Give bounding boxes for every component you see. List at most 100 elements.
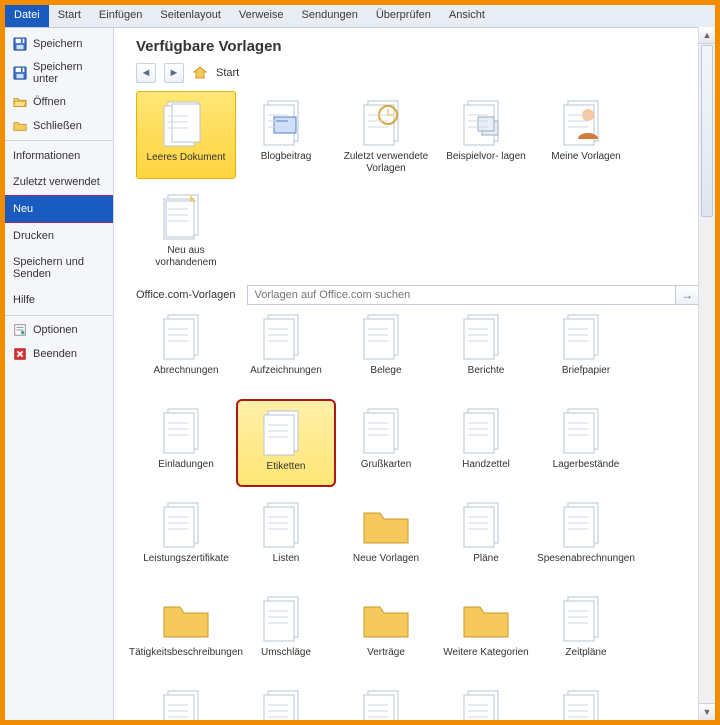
template-label: Neue Vorlagen	[353, 553, 419, 565]
sidebar-item-label: Speichern unter	[33, 61, 105, 85]
breadcrumb-start[interactable]: Start	[216, 67, 239, 79]
template-label: Listen	[273, 553, 300, 565]
template-thumb-icon	[258, 97, 314, 147]
online-template-14[interactable]: Spesenabrechnungen	[536, 493, 636, 587]
template-label: Zuletzt verwendete Vorlagen	[336, 151, 436, 175]
online-template-13[interactable]: Pläne	[436, 493, 536, 587]
online-template-4[interactable]: Briefpapier	[536, 305, 636, 399]
nav-forward-button[interactable]: ►	[164, 63, 184, 83]
template-thumb-icon	[558, 311, 614, 361]
online-template-2[interactable]: Belege	[336, 305, 436, 399]
page-title: Verfügbare Vorlagen	[136, 38, 699, 55]
scroll-down-button[interactable]: ▼	[699, 703, 715, 720]
local-template-1[interactable]: Blogbeitrag	[236, 91, 336, 185]
template-label: Aufzeichnungen	[250, 365, 322, 377]
sidebar-item-label: Schließen	[33, 120, 82, 132]
template-label: Grußkarten	[361, 459, 412, 471]
template-thumb-icon	[158, 311, 214, 361]
template-thumb-icon	[358, 499, 414, 549]
sidebar-item-10[interactable]: Hilfe	[5, 287, 113, 313]
template-label: Weitere Kategorien	[443, 647, 528, 659]
template-thumb-icon	[358, 97, 414, 147]
sidebar-item-13[interactable]: Beenden	[5, 342, 113, 366]
online-template-1[interactable]: Aufzeichnungen	[236, 305, 336, 399]
template-thumb-icon	[358, 593, 414, 643]
online-template-8[interactable]: Handzettel	[436, 399, 536, 493]
template-thumb-icon	[358, 687, 414, 721]
online-template-5[interactable]: Einladungen	[136, 399, 236, 493]
ribbon-tab-3[interactable]: Seitenlayout	[151, 5, 230, 27]
ribbon-tab-2[interactable]: Einfügen	[90, 5, 151, 27]
sidebar-item-12[interactable]: Optionen	[5, 318, 113, 342]
ribbon-tab-4[interactable]: Verweise	[230, 5, 293, 27]
sidebar-item-6[interactable]: Zuletzt verwendet	[5, 169, 113, 195]
template-thumb-icon	[558, 97, 614, 147]
online-template-22[interactable]: Budgets	[336, 681, 436, 721]
local-template-0[interactable]: Leeres Dokument	[136, 91, 236, 179]
local-template-5[interactable]: Neu aus vorhandenem	[136, 185, 236, 279]
sidebar-item-8[interactable]: Drucken	[5, 223, 113, 249]
online-template-16[interactable]: Umschläge	[236, 587, 336, 681]
template-thumb-icon	[158, 405, 214, 455]
online-template-9[interactable]: Lagerbestände	[536, 399, 636, 493]
online-template-19[interactable]: Zeitpläne	[536, 587, 636, 681]
online-template-15[interactable]: Tätigkeitsbeschreibungen	[136, 587, 236, 681]
sidebar-item-3[interactable]: Schließen	[5, 114, 113, 138]
online-template-7[interactable]: Grußkarten	[336, 399, 436, 493]
sidebar-item-5[interactable]: Informationen	[5, 143, 113, 169]
template-label: Etiketten	[267, 461, 306, 473]
template-thumb-icon	[258, 407, 314, 457]
backstage-content: Verfügbare Vorlagen ◄ ► Start Leeres Dok…	[114, 28, 715, 721]
sidebar-item-9[interactable]: Speichern und Senden	[5, 249, 113, 287]
template-thumb-icon	[358, 405, 414, 455]
template-thumb-icon	[158, 191, 214, 241]
vertical-scrollbar[interactable]: ▲ ▼	[698, 27, 715, 720]
disk-icon	[13, 66, 27, 80]
sidebar-item-label: Informationen	[13, 150, 80, 162]
template-search: →	[247, 285, 699, 305]
home-icon[interactable]	[192, 65, 208, 81]
ribbon-tab-1[interactable]: Start	[49, 5, 90, 27]
template-label: Spesenabrechnungen	[537, 553, 635, 565]
exit-icon	[13, 347, 27, 361]
online-template-24[interactable]: Kalender	[536, 681, 636, 721]
sidebar-item-label: Speichern	[33, 38, 83, 50]
online-template-3[interactable]: Berichte	[436, 305, 536, 399]
online-template-12[interactable]: Neue Vorlagen	[336, 493, 436, 587]
online-template-18[interactable]: Weitere Kategorien	[436, 587, 536, 681]
disk-icon	[13, 37, 27, 51]
ribbon-tab-0[interactable]: Datei	[5, 5, 49, 27]
search-input[interactable]	[247, 285, 676, 305]
ribbon-tab-5[interactable]: Sendungen	[293, 5, 367, 27]
ribbon-tab-6[interactable]: Überprüfen	[367, 5, 440, 27]
online-template-21[interactable]: Broschüren und Hefte	[236, 681, 336, 721]
sidebar-item-1[interactable]: Speichern unter	[5, 56, 113, 90]
online-template-11[interactable]: Listen	[236, 493, 336, 587]
sidebar-item-0[interactable]: Speichern	[5, 32, 113, 56]
template-label: Umschläge	[261, 647, 311, 659]
sidebar-item-2[interactable]: Öffnen	[5, 90, 113, 114]
online-template-17[interactable]: Verträge	[336, 587, 436, 681]
scroll-up-button[interactable]: ▲	[699, 27, 715, 44]
online-template-23[interactable]: Visitenkarten	[436, 681, 536, 721]
local-templates-grid: Leeres DokumentBlogbeitragZuletzt verwen…	[136, 91, 699, 279]
scroll-thumb[interactable]	[701, 45, 713, 217]
online-template-0[interactable]: Abrechnungen	[136, 305, 236, 399]
local-template-2[interactable]: Zuletzt verwendete Vorlagen	[336, 91, 436, 185]
online-template-20[interactable]: Agendas	[136, 681, 236, 721]
template-label: Handzettel	[462, 459, 510, 471]
template-thumb-icon	[358, 311, 414, 361]
folder-open-icon	[13, 95, 27, 109]
breadcrumb: ◄ ► Start	[136, 63, 699, 83]
sidebar-item-7[interactable]: Neu	[4, 195, 113, 223]
search-go-button[interactable]: →	[676, 285, 699, 305]
ribbon-tab-7[interactable]: Ansicht	[440, 5, 494, 27]
template-label: Abrechnungen	[153, 365, 218, 377]
ribbon-tabs: DateiStartEinfügenSeitenlayoutVerweiseSe…	[5, 5, 715, 28]
local-template-4[interactable]: Meine Vorlagen	[536, 91, 636, 185]
template-thumb-icon	[458, 499, 514, 549]
online-template-10[interactable]: Leistungszertifikate	[136, 493, 236, 587]
local-template-3[interactable]: Beispielvor- lagen	[436, 91, 536, 185]
online-template-6[interactable]: Etiketten	[236, 399, 336, 487]
nav-back-button[interactable]: ◄	[136, 63, 156, 83]
